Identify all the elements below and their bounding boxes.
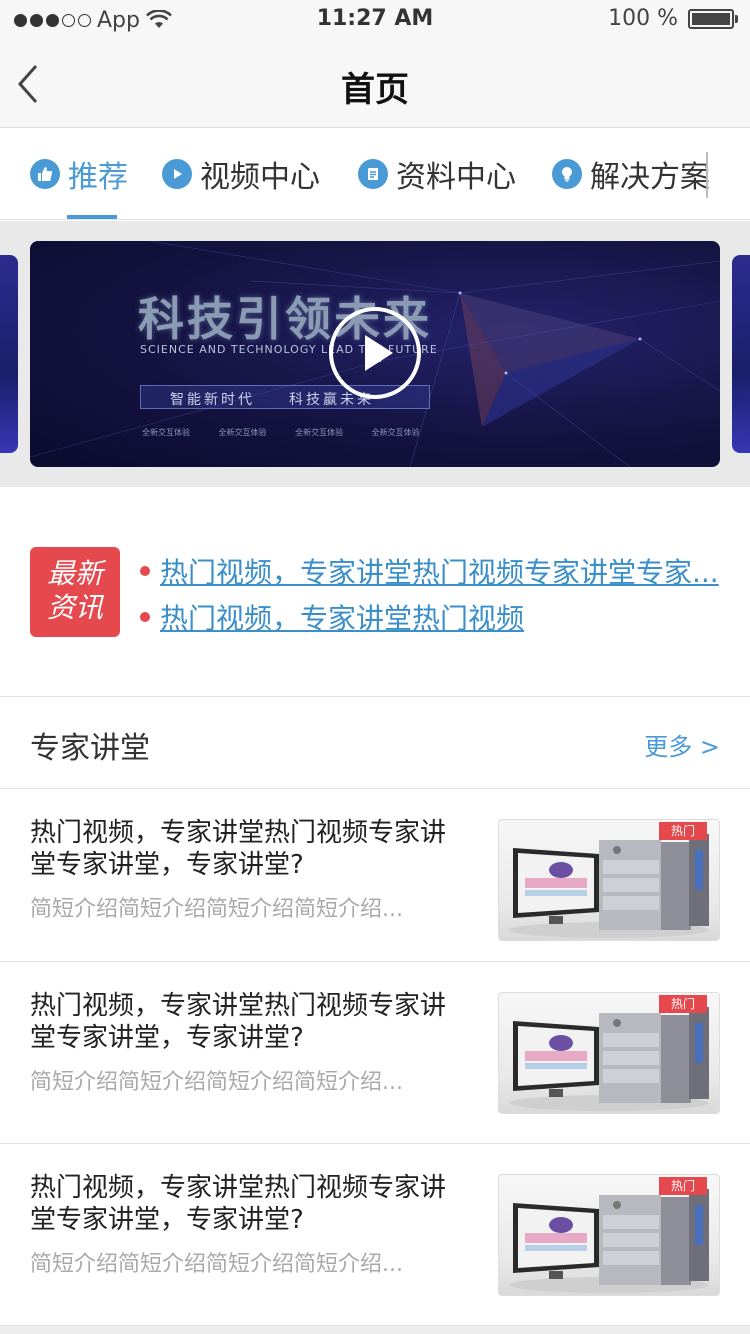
hot-badge: 热门 (659, 995, 707, 1013)
tab-label: 解决方案 (590, 160, 710, 195)
lecture-thumbnail[interactable]: 热门 (498, 819, 720, 941)
tab-label: 资料中心 (396, 160, 516, 195)
latest-news: 最新 资讯 热门视频，专家讲堂热门视频专家讲堂专家... 热门视频，专家讲堂热门… (0, 487, 750, 697)
news-badge-line: 最新 (46, 557, 103, 590)
news-link[interactable]: 热门视频，专家讲堂热门视频专家讲堂专家... (140, 551, 719, 591)
lecture-description: 简短介绍简短介绍简短介绍简短介绍... (30, 1070, 403, 1095)
lecture-thumbnail[interactable]: 热门 (498, 992, 720, 1114)
banner-footer-text: 全新交互体验 全新交互体验 全新交互体验 全新交互体验 (142, 428, 420, 437)
play-button[interactable] (329, 307, 421, 399)
hot-badge: 热门 (659, 1177, 707, 1195)
page-title: 首页 (341, 70, 409, 110)
lecture-description: 简短介绍简短介绍简短介绍简短介绍... (30, 897, 403, 922)
more-link[interactable]: 更多 > (644, 727, 720, 762)
tab-document-center[interactable]: 资料中心 (358, 128, 516, 219)
news-badge: 最新 资讯 (30, 547, 120, 637)
tab-video-center[interactable]: 视频中心 (162, 128, 320, 219)
bullet-dot (140, 612, 150, 622)
tab-label: 推荐 (68, 160, 128, 195)
tab-scroll-fade (704, 128, 750, 219)
thumbs-up-icon (30, 159, 60, 189)
lecture-title: 热门视频，专家讲堂热门视频专家讲堂专家讲堂，专家讲堂? (30, 818, 447, 880)
previous-slide-peek[interactable] (0, 255, 18, 453)
section-header: 专家讲堂 更多 > (0, 697, 750, 789)
battery-percent: 100 % (608, 6, 678, 31)
list-item[interactable]: 热门视频，专家讲堂热门视频专家讲堂专家讲堂，专家讲堂? 简短介绍简短介绍简短介绍… (0, 1144, 750, 1326)
lecture-title: 热门视频，专家讲堂热门视频专家讲堂专家讲堂，专家讲堂? (30, 1173, 447, 1235)
banner-carousel[interactable]: 科技引领未来 SCIENCE AND TECHNOLOGY LEAD THE F… (0, 221, 750, 487)
news-link[interactable]: 热门视频，专家讲堂热门视频 (140, 597, 524, 637)
play-icon (365, 335, 393, 371)
bullet-dot (140, 566, 150, 576)
section-title: 专家讲堂 (30, 731, 150, 766)
lecture-description: 简短介绍简短介绍简短介绍简短介绍... (30, 1252, 403, 1277)
status-right: 100 % (608, 6, 738, 31)
news-link-text: 热门视频，专家讲堂热门视频专家讲堂专家... (160, 556, 719, 589)
banner-slide[interactable]: 科技引领未来 SCIENCE AND TECHNOLOGY LEAD THE F… (30, 241, 720, 467)
bottom-divider (0, 1326, 750, 1334)
tab-scroll-edge (706, 152, 708, 198)
lightbulb-icon (552, 159, 582, 189)
document-icon (358, 159, 388, 189)
tab-solutions[interactable]: 解决方案 (552, 128, 710, 219)
tab-label: 视频中心 (200, 160, 320, 195)
category-tabs: 推荐 视频中心 资料中心 解决方案 (0, 128, 750, 220)
status-bar: App 11:27 AM 100 % (0, 0, 750, 40)
news-link-text: 热门视频，专家讲堂热门视频 (160, 602, 525, 635)
lecture-thumbnail[interactable]: 热门 (498, 1174, 720, 1296)
list-item[interactable]: 热门视频，专家讲堂热门视频专家讲堂专家讲堂，专家讲堂? 简短介绍简短介绍简短介绍… (0, 789, 750, 962)
next-slide-peek[interactable] (732, 255, 750, 453)
lecture-title: 热门视频，专家讲堂热门视频专家讲堂专家讲堂，专家讲堂? (30, 991, 447, 1053)
banner-slogan: 智能新时代 科技赢未来 (170, 392, 374, 408)
navigation-bar: 首页 (0, 40, 750, 128)
active-tab-indicator (67, 215, 117, 219)
play-icon (162, 159, 192, 189)
news-badge-line: 资讯 (46, 591, 103, 624)
list-item[interactable]: 热门视频，专家讲堂热门视频专家讲堂专家讲堂，专家讲堂? 简短介绍简短介绍简短介绍… (0, 962, 750, 1144)
hot-badge: 热门 (659, 822, 707, 840)
tab-recommend[interactable]: 推荐 (30, 128, 128, 219)
battery-icon (688, 8, 738, 29)
